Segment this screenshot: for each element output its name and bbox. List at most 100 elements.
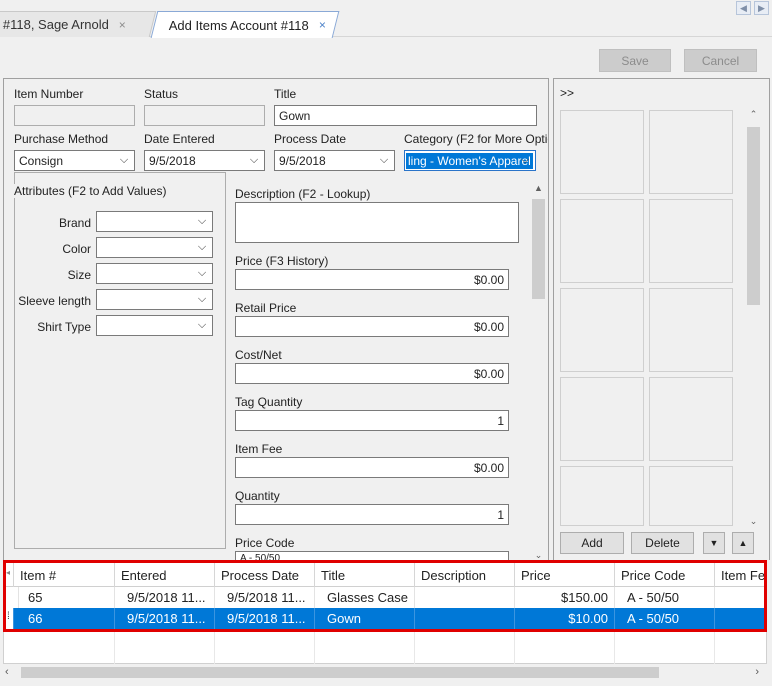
expand-toggle[interactable]: >> xyxy=(560,86,574,100)
save-button[interactable]: Save xyxy=(599,49,671,72)
chevron-down-icon: ⌵ xyxy=(520,153,530,166)
triangle-down-icon: ▼ xyxy=(709,538,719,548)
process-date-value: 9/5/2018 xyxy=(279,154,326,168)
image-slot[interactable] xyxy=(560,110,644,194)
item-fee-input[interactable]: $0.00 xyxy=(235,457,509,478)
cell-item: 66 xyxy=(14,608,115,629)
title-label: Title xyxy=(274,87,297,101)
scrollbar-thumb[interactable] xyxy=(532,199,545,299)
grid-header: ◂ Item # Entered Process Date Title Desc… xyxy=(6,563,764,587)
tab-label: Add Items Account #118 xyxy=(168,17,309,33)
column-header-process-date[interactable]: Process Date xyxy=(215,563,315,587)
color-select[interactable]: ⌵ xyxy=(96,237,213,258)
quantity-input[interactable]: 1 xyxy=(235,504,509,525)
column-header-item[interactable]: Item # xyxy=(14,563,115,587)
cell-price: $150.00 xyxy=(515,587,615,608)
image-slot[interactable] xyxy=(560,288,644,372)
cell-entered: 9/5/2018 11... xyxy=(115,608,215,629)
date-entered-picker[interactable]: 9/5/2018 ⌵ xyxy=(144,150,265,171)
column-header-price-code[interactable]: Price Code xyxy=(615,563,715,587)
sleeve-length-select[interactable]: ⌵ xyxy=(96,289,213,310)
price-input[interactable]: $0.00 xyxy=(235,269,509,290)
cell-title: Glasses Case xyxy=(315,587,415,608)
scrollbar-thumb[interactable] xyxy=(747,127,760,305)
item-number-field[interactable] xyxy=(14,105,135,126)
chevron-down-icon: ⌵ xyxy=(379,153,389,166)
retail-price-input[interactable]: $0.00 xyxy=(235,316,509,337)
cell-title: Gown xyxy=(315,608,415,629)
image-slot[interactable] xyxy=(560,377,644,461)
cancel-button[interactable]: Cancel xyxy=(684,49,757,72)
scroll-left-icon[interactable]: ‹ xyxy=(5,666,9,678)
tab-sage-arnold[interactable]: #118, Sage Arnold × xyxy=(0,11,157,37)
cell-price-code: A - 50/50 xyxy=(615,608,715,629)
process-date-picker[interactable]: 9/5/2018 ⌵ xyxy=(274,150,395,171)
move-up-button[interactable]: ▲ xyxy=(732,532,754,554)
scroll-right-icon[interactable]: › xyxy=(755,666,759,678)
purchase-method-select[interactable]: Consign ⌵ xyxy=(14,150,135,171)
items-grid: ◂ Item # Entered Process Date Title Desc… xyxy=(3,560,767,632)
chevron-down-icon: ⌵ xyxy=(197,266,207,279)
brand-select[interactable]: ⌵ xyxy=(96,211,213,232)
size-select[interactable]: ⌵ xyxy=(96,263,213,284)
delete-image-button[interactable]: Delete xyxy=(631,532,694,554)
image-slot[interactable] xyxy=(560,466,644,526)
quantity-label: Quantity xyxy=(235,489,280,503)
column-header-price[interactable]: Price xyxy=(515,563,615,587)
move-down-button[interactable]: ▼ xyxy=(703,532,725,554)
tab-scroll-left-icon[interactable]: ◀ xyxy=(736,1,751,15)
grid-horizontal-scrollbar[interactable]: ‹ › xyxy=(3,664,767,681)
status-field[interactable] xyxy=(144,105,265,126)
column-header-title[interactable]: Title xyxy=(315,563,415,587)
image-slot[interactable] xyxy=(560,199,644,283)
color-label: Color xyxy=(62,242,91,256)
close-icon[interactable]: × xyxy=(119,18,126,32)
cell-item-fee xyxy=(715,608,764,629)
table-row-selected[interactable]: ⁞ 66 9/5/2018 11... 9/5/2018 11... Gown … xyxy=(6,608,764,629)
size-label: Size xyxy=(67,268,91,282)
column-header-item-fee[interactable]: Item Fe xyxy=(715,563,764,587)
tab-bar: #118, Sage Arnold × Add Items Account #1… xyxy=(0,0,772,38)
tag-quantity-input[interactable]: 1 xyxy=(235,410,509,431)
tag-quantity-label: Tag Quantity xyxy=(235,395,303,409)
triangle-up-icon: ▲ xyxy=(738,538,748,548)
form-scrollbar[interactable]: ▲ ⌄ xyxy=(531,183,546,561)
image-slot[interactable] xyxy=(649,288,733,372)
image-slot[interactable] xyxy=(649,377,733,461)
image-slot[interactable] xyxy=(649,110,733,194)
images-scrollbar[interactable]: ⌃ ⌄ xyxy=(746,109,761,527)
cell-item-fee xyxy=(715,587,764,608)
image-slot[interactable] xyxy=(649,199,733,283)
purchase-method-label: Purchase Method xyxy=(14,132,109,146)
tab-scroll-right-icon[interactable]: ▶ xyxy=(754,1,769,15)
cell-price: $10.00 xyxy=(515,608,615,629)
tab-add-items[interactable]: Add Items Account #118 × xyxy=(150,11,340,38)
cost-net-label: Cost/Net xyxy=(235,348,282,362)
shirt-type-label: Shirt Type xyxy=(37,320,91,334)
shirt-type-select[interactable]: ⌵ xyxy=(96,315,213,336)
scroll-down-icon[interactable]: ⌄ xyxy=(746,516,761,527)
cost-net-input[interactable]: $0.00 xyxy=(235,363,509,384)
cell-item: 65 xyxy=(14,587,115,608)
column-header-entered[interactable]: Entered xyxy=(115,563,215,587)
add-image-button[interactable]: Add xyxy=(560,532,624,554)
chevron-down-icon: ⌵ xyxy=(197,214,207,227)
table-row[interactable]: 65 9/5/2018 11... 9/5/2018 11... Glasses… xyxy=(6,587,764,608)
date-entered-value: 9/5/2018 xyxy=(149,154,196,168)
description-input[interactable] xyxy=(235,202,519,243)
status-label: Status xyxy=(144,87,179,101)
scrollbar-thumb[interactable] xyxy=(21,667,659,678)
close-icon[interactable]: × xyxy=(319,18,326,32)
category-label: Category (F2 for More Option xyxy=(404,132,548,146)
chevron-down-icon: ⌵ xyxy=(197,318,207,331)
scroll-up-icon[interactable]: ▲ xyxy=(531,183,546,193)
title-input[interactable]: Gown xyxy=(274,105,537,126)
item-fee-label: Item Fee xyxy=(235,442,283,456)
scroll-up-icon[interactable]: ⌃ xyxy=(746,109,761,120)
row-indicator-header: ◂ xyxy=(6,563,14,587)
column-header-description[interactable]: Description xyxy=(415,563,515,587)
category-select[interactable]: ling - Women's Apparel ⌵ xyxy=(404,150,536,171)
image-slot[interactable] xyxy=(649,466,733,526)
chevron-down-icon: ⌵ xyxy=(197,240,207,253)
description-label: Description (F2 - Lookup) xyxy=(235,187,371,201)
